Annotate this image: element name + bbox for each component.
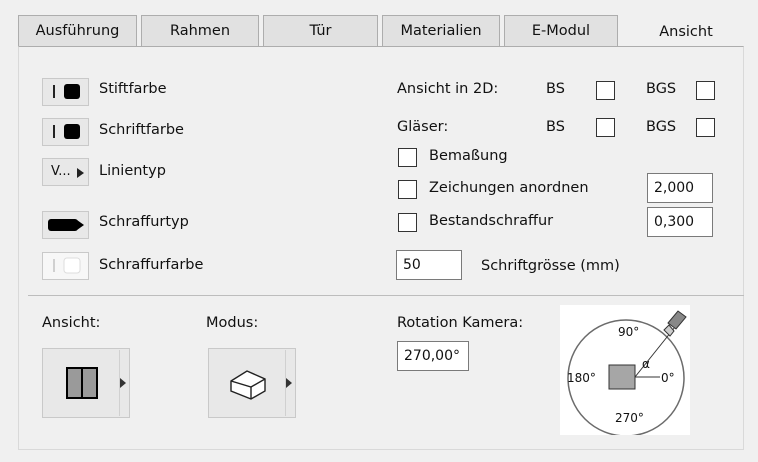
dial-label-270: 270° [615,411,644,425]
glass-bs-label: BS [546,119,565,135]
pen-color-label: Stiftfarbe [99,81,167,97]
mode-label: Modus: [206,315,259,331]
hatch-type-button[interactable] [42,211,89,239]
font-color-swatch-icon [53,124,80,139]
view-label: Ansicht: [42,315,101,331]
glass-label: Gläser: [397,119,449,135]
view-2d-label: Ansicht in 2D: [397,81,499,97]
arrange-drawings-checkbox[interactable] [398,180,417,199]
tab-ausfuehrung[interactable]: Ausführung [18,15,137,46]
dial-label-90: 90° [618,325,640,339]
view-2d-bgs-checkbox[interactable] [696,81,715,100]
pen-color-swatch-icon [53,84,80,99]
line-type-button[interactable]: V... [42,158,89,186]
arrange-drawings-input[interactable]: 2,000 [647,173,713,203]
tab-ansicht[interactable]: Ansicht [626,18,746,46]
arrange-drawings-label: Zeichungen anordnen [429,180,589,196]
camera-rotation-dial[interactable]: 90° 180° 0° 270° α [560,305,690,437]
font-size-input[interactable]: 50 [396,250,462,280]
hatch-color-swatch-icon [53,257,81,274]
existing-hatch-label: Bestandschraffur [429,213,554,229]
glass-bgs-label: BGS [646,119,677,135]
glass-bgs-checkbox[interactable] [696,118,715,137]
view-dropdown-arrow-icon [120,378,126,388]
existing-hatch-checkbox[interactable] [398,213,417,232]
view-2d-bs-label: BS [546,81,565,97]
font-color-button[interactable] [42,118,89,146]
tab-materialien[interactable]: Materialien [382,15,500,46]
tab-e-modul[interactable]: E-Modul [504,15,618,46]
hatch-color-button[interactable] [42,252,89,280]
tab-rahmen[interactable]: Rahmen [141,15,259,46]
split-view-icon [65,367,98,399]
dimension-label: Bemaßung [429,148,508,164]
tab-tuer[interactable]: Tür [263,15,378,46]
line-type-label: Linientyp [99,163,166,179]
dimension-checkbox[interactable] [398,148,417,167]
dial-alpha-label: α [642,357,650,371]
mode-dropdown-arrow-icon [286,378,292,388]
hatch-color-label: Schraffurfarbe [99,257,204,273]
mode-select-button[interactable] [208,348,296,418]
font-color-label: Schriftfarbe [99,122,184,138]
rotation-input[interactable]: 270,00° [397,341,469,371]
rotation-label: Rotation Kamera: [397,315,524,331]
line-type-button-label: V... [51,164,71,179]
dial-label-180: 180° [567,371,596,385]
3d-house-icon [229,370,266,400]
hatch-type-swatch-icon [48,219,84,231]
hatch-type-label: Schraffurtyp [99,214,189,230]
font-size-label: Schriftgrösse (mm) [481,258,620,274]
view-select-button[interactable] [42,348,130,418]
dial-label-0: 0° [661,371,675,385]
section-divider [28,295,744,296]
view-2d-bgs-label: BGS [646,81,677,97]
existing-hatch-input[interactable]: 0,300 [647,207,713,237]
line-type-arrow-icon [77,168,84,178]
pen-color-button[interactable] [42,78,89,106]
tab-bar: Ausführung Rahmen Tür Materialien E-Modu… [0,0,758,46]
view-2d-bs-checkbox[interactable] [596,81,615,100]
glass-bs-checkbox[interactable] [596,118,615,137]
